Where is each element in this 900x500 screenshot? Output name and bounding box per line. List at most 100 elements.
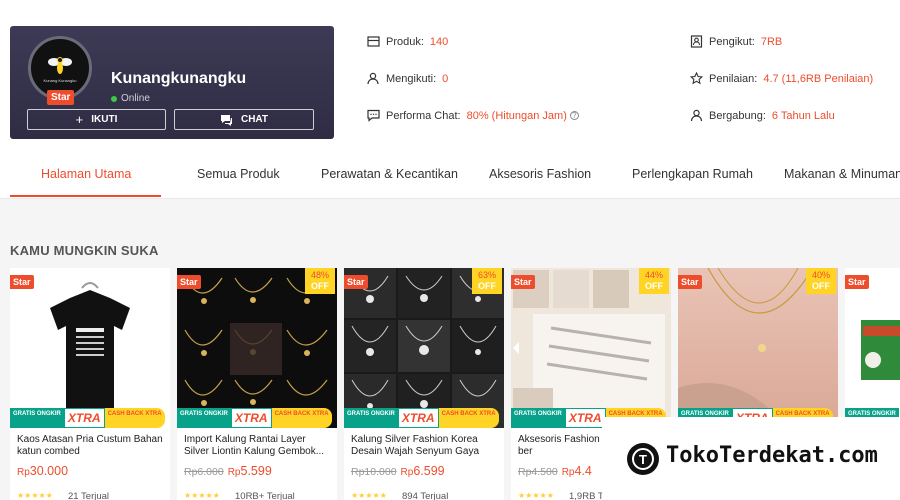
rating-stars: ★★★★★ (184, 491, 220, 500)
tab-aksesoris-fashion[interactable]: Aksesoris Fashion (489, 167, 591, 181)
promo-strip: GRATIS ONGKIR XTRA CASH BACK XTRA (344, 408, 504, 428)
stat-value: 0 (442, 72, 449, 85)
star-badge: Star (177, 275, 201, 289)
user-icon (690, 109, 703, 122)
current-price: Rp4.4 (561, 464, 592, 478)
followers-icon (690, 35, 703, 48)
watermark-logo-icon: T (627, 443, 659, 475)
product-name: Kaos Atasan Pria Custum Bahan katun comb… (17, 434, 163, 457)
rating-stars: ★★★★★ (351, 491, 387, 500)
shop-header: Kunang Kunangku Star Kunangkunangku Onli… (0, 0, 900, 199)
stat-value: 6 Tahun Lalu (771, 109, 835, 122)
stat-bergabung: Bergabung: 6 Tahun Lalu (690, 109, 835, 122)
info-icon[interactable]: ? (569, 111, 579, 120)
price: Rp6.000 Rp5.599 (184, 464, 272, 478)
watermark: T TokoTerdekat.com (602, 417, 900, 500)
stat-value: 80% (Hitungan Jam) (466, 109, 567, 122)
star-badge: Star (678, 275, 702, 289)
current-price: Rp30.000 (17, 464, 69, 478)
tab-halaman-utama[interactable]: Halaman Utama (41, 167, 131, 181)
xtra-badge: XTRA (230, 408, 272, 428)
online-dot-icon (111, 95, 117, 102)
price: Rp4.500 Rp4.4 (518, 464, 592, 478)
online-status: Online (111, 93, 150, 104)
tab-semua-produk[interactable]: Semua Produk (197, 167, 280, 181)
current-price: Rp6.599 (400, 464, 445, 478)
stat-pengikut: Pengikut: 7RB (690, 35, 782, 48)
stat-produk: Produk: 140 (367, 35, 448, 48)
shop-name: Kunangkunangku (111, 70, 247, 87)
cashback-badge: CASH BACK XTRA (104, 408, 165, 428)
discount-badge: 40% OFF (806, 268, 836, 294)
follow-button[interactable]: + IKUTI (27, 109, 166, 130)
rating-stars: ★★★★★ (17, 491, 53, 500)
firefly-icon (48, 56, 72, 74)
product-name: Kalung Silver Fashion Korea Desain Wajah… (351, 434, 480, 457)
discount-badge: 44% OFF (639, 268, 669, 294)
stat-value: 140 (429, 35, 449, 48)
price: Rp30.000 (17, 464, 68, 478)
chat-button[interactable]: CHAT (174, 109, 314, 130)
user-add-icon (367, 72, 379, 85)
tab-bar: Halaman Utama Semua Produk Perawatan & K… (0, 155, 900, 199)
stat-performa-chat: Performa Chat: 80% (Hitungan Jam) ? (367, 109, 579, 122)
product-card[interactable]: Star GRATIS ONGKIR XTRA CASH BACK XTRA K… (10, 268, 170, 500)
stat-label: Pengikut: (709, 35, 755, 48)
chat-label: CHAT (240, 114, 269, 125)
current-price: Rp5.599 (227, 464, 272, 478)
star-badge: Star (47, 90, 75, 105)
stat-label: Performa Chat: (386, 109, 461, 122)
gratis-ongkir-badge: GRATIS ONGKIR (511, 408, 565, 428)
xtra-badge: XTRA (63, 408, 105, 428)
xtra-badge: XTRA (564, 408, 606, 428)
star-badge: Star (344, 275, 368, 289)
online-label: Online (121, 93, 150, 104)
avatar-text: Kunang Kunangku (43, 77, 77, 83)
watermark-text: TokoTerdekat.com (666, 443, 878, 468)
original-price: Rp4.500 (518, 466, 558, 478)
original-price: Rp6.000 (184, 466, 224, 478)
product-image (10, 268, 170, 428)
shop-icon (367, 36, 380, 47)
stat-label: Bergabung: (709, 109, 766, 122)
follow-label: IKUTI (91, 114, 118, 125)
sold-count: 21 Terjual (68, 491, 110, 500)
cashback-badge: CASH BACK XTRA (271, 408, 332, 428)
star-badge: Star (511, 275, 535, 289)
discount-badge: 63% OFF (472, 268, 502, 294)
star-badge: Star (845, 275, 869, 289)
gratis-ongkir-badge: GRATIS ONGKIR (344, 408, 398, 428)
original-price: Rp10.000 (351, 466, 397, 478)
section-title: KAMU MUNGKIN SUKA (10, 243, 159, 258)
product-card[interactable]: Star 48% OFF GRATIS ONGKIR XTRA CASH BACK… (177, 268, 337, 500)
promo-strip: GRATIS ONGKIR XTRA CASH BACK XTRA (177, 408, 337, 428)
price: Rp10.000 Rp6.599 (351, 464, 445, 478)
stat-mengikuti: Mengikuti: 0 (367, 72, 448, 85)
stat-label: Produk: (386, 35, 424, 48)
gratis-ongkir-badge: GRATIS ONGKIR (177, 408, 231, 428)
product-name: Import Kalung Rantai Layer Silver Lionti… (184, 434, 325, 457)
rating-stars: ★★★★★ (518, 491, 554, 500)
plus-icon: + (75, 112, 84, 127)
product-card[interactable]: Star 63% OFF GRATIS ONGKIR XTRA CASH BACK… (344, 268, 504, 500)
active-tab-indicator (10, 195, 161, 197)
sold-count: 10RB+ Terjual (235, 491, 295, 500)
xtra-badge: XTRA (397, 408, 439, 428)
discount-badge: 48% OFF (305, 268, 335, 294)
stat-penilaian: Penilaian: 4.7 (11,6RB Penilaian) (690, 72, 873, 85)
tab-perawatan-kecantikan[interactable]: Perawatan & Kecantikan (321, 167, 458, 181)
sold-count: 894 Terjual (402, 491, 449, 500)
chat-icon (220, 114, 232, 126)
stat-label: Penilaian: (709, 72, 758, 85)
tab-perlengkapan-rumah[interactable]: Perlengkapan Rumah (632, 167, 753, 181)
stat-value: 4.7 (11,6RB Penilaian) (763, 72, 874, 85)
chat-bubble-icon (367, 109, 380, 122)
stat-label: Mengikuti: (386, 72, 437, 85)
cashback-badge: CASH BACK XTRA (438, 408, 499, 428)
promo-strip: GRATIS ONGKIR XTRA CASH BACK XTRA (10, 408, 170, 428)
tab-makanan-minuman[interactable]: Makanan & Minuman (784, 167, 900, 181)
star-badge: Star (10, 275, 34, 289)
star-icon (690, 72, 703, 85)
stat-value: 7RB (760, 35, 783, 48)
product-image (845, 268, 900, 428)
